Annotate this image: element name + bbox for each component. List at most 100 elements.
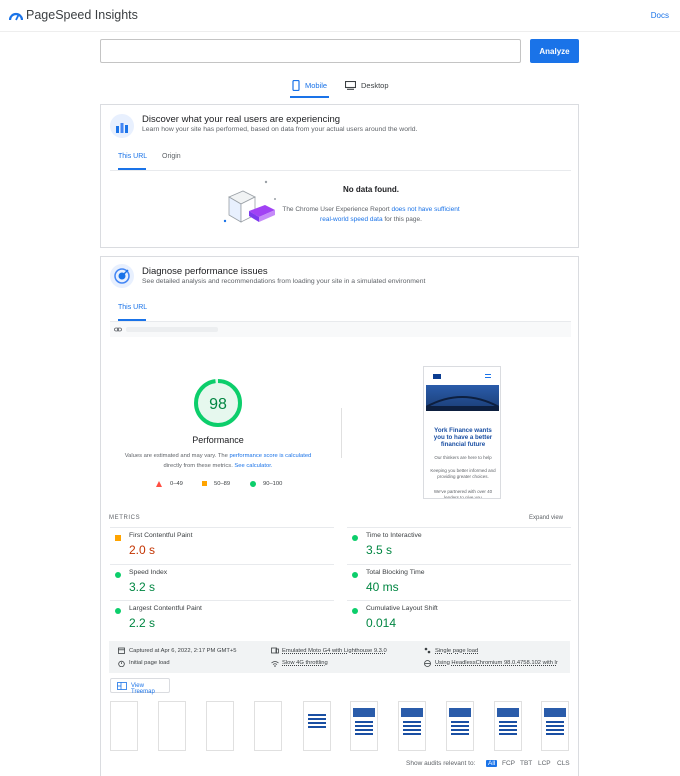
preview-body-2: Keeping you better informed and providin… [430, 468, 496, 479]
preview-body-1: Our thinkers are here to help [434, 455, 492, 460]
metric-label: Cumulative Layout Shift [366, 605, 438, 612]
metric-value: 3.2 s [129, 580, 156, 594]
treemap-icon [117, 682, 127, 690]
legend-poor: 0–49 [170, 481, 183, 487]
field-data-card: Discover what your real users are experi… [100, 104, 579, 248]
docs-link[interactable]: Docs [651, 11, 669, 20]
metric-fcp: First Contentful Paint 2.0 s [110, 527, 334, 557]
audit-filter-all[interactable]: All [486, 760, 498, 767]
tab-mobile[interactable]: Mobile [290, 77, 330, 98]
initial-load: Initial page load [129, 660, 170, 666]
filmstrip-frame [206, 701, 234, 751]
field-subtitle: Learn how your site has performed, based… [142, 126, 418, 133]
page-screenshot: York Finance wants you to have a better … [423, 366, 501, 499]
analyze-button[interactable]: Analyze [530, 39, 579, 63]
view-treemap-label: View Treemap [131, 683, 155, 695]
note-text-mid: directly from these metrics. [163, 463, 235, 469]
preview-body-3: We've partnered with over 40 lenders to … [433, 489, 493, 499]
filmstrip-frame [110, 701, 138, 751]
diagnose-icon [110, 264, 134, 288]
site-logo-icon [433, 374, 441, 379]
filmstrip-frame [541, 701, 569, 751]
message-text-end: for this page. [382, 216, 422, 223]
metric-value: 2.0 s [129, 543, 156, 557]
pagespeed-logo-icon [9, 12, 23, 21]
link-icon [114, 327, 122, 332]
lab-data-card: Diagnose performance issues See detailed… [100, 256, 579, 776]
network-throttling[interactable]: Slow 4G throttling [282, 660, 328, 666]
tab-underline [290, 96, 330, 98]
metric-label: Largest Contentful Paint [129, 605, 202, 612]
preview-headline: York Finance wants you to have a better … [433, 427, 493, 448]
app-title: PageSpeed Insights [26, 8, 138, 22]
timer-icon [118, 660, 125, 667]
good-circle-icon [250, 481, 256, 487]
view-treemap-button[interactable]: View Treemap [110, 678, 170, 695]
lab-subtitle: See detailed analysis and recommendation… [142, 278, 426, 285]
metric-label: First Contentful Paint [129, 532, 193, 539]
users-chart-icon [110, 114, 134, 138]
good-circle-icon [352, 535, 358, 541]
metric-label: Speed Index [129, 569, 168, 576]
url-input[interactable] [100, 39, 521, 63]
vertical-divider [341, 408, 342, 458]
menu-icon [485, 374, 491, 378]
wifi-icon [271, 661, 279, 667]
audit-filter-fcp[interactable]: FCP [502, 760, 515, 767]
emulated-device[interactable]: Emulated Moto G4 with Lighthouse 9.3.0 [282, 648, 387, 654]
audit-filter-cls[interactable]: CLS [557, 760, 570, 767]
metric-value: 0.014 [366, 616, 397, 630]
good-circle-icon [115, 608, 121, 614]
hero-image [425, 385, 500, 411]
captured-at: Captured at Apr 6, 2022, 2:17 PM GMT+5 [129, 648, 237, 654]
poor-triangle-icon [156, 481, 162, 487]
browser-icon [424, 660, 431, 667]
note-text: Values are estimated and may vary. The [124, 453, 230, 459]
single-load-icon [424, 647, 431, 654]
device-icon [271, 647, 279, 654]
no-data-heading: No data found. [343, 185, 399, 194]
single-page-load[interactable]: Single page load [435, 648, 478, 654]
tab-desktop-label: Desktop [361, 80, 389, 90]
audit-filter-lcp[interactable]: LCP [538, 760, 551, 767]
browser-version[interactable]: Using HeadlessChromium 98.0.4758.102 wit… [435, 660, 566, 666]
metric-lcp: Largest Contentful Paint 2.2 s [110, 600, 334, 630]
metric-value: 3.5 s [366, 543, 393, 557]
desktop-icon [345, 80, 356, 90]
metric-cls: Cumulative Layout Shift 0.014 [347, 600, 571, 630]
lab-tab-this-url[interactable]: This URL [118, 304, 147, 311]
performance-gauge: 98 [194, 379, 242, 427]
expand-view-toggle[interactable]: Expand view [529, 515, 563, 521]
good-circle-icon [352, 572, 358, 578]
filmstrip-frame [494, 701, 522, 751]
audit-filter-label: Show audits relevant to: [406, 760, 476, 767]
filmstrip-frame [350, 701, 378, 751]
legend-good: 90–100 [263, 481, 283, 487]
field-tab-origin[interactable]: Origin [162, 153, 181, 160]
runtime-settings: Captured at Apr 6, 2022, 2:17 PM GMT+5 I… [109, 641, 570, 673]
good-circle-icon [115, 572, 121, 578]
score-calc-link[interactable]: performance score is calculated [229, 453, 311, 459]
no-data-message: The Chrome User Experience Report does n… [279, 205, 463, 225]
message-text: The Chrome User Experience Report [282, 206, 392, 213]
filmstrip-frame [158, 701, 186, 751]
field-tab-this-url[interactable]: This URL [118, 153, 147, 160]
calculator-link[interactable]: See calculator. [234, 463, 272, 469]
average-square-icon [202, 481, 207, 486]
average-square-icon [115, 535, 121, 541]
lab-title: Diagnose performance issues [142, 266, 268, 277]
performance-label: Performance [192, 435, 244, 445]
metric-value: 40 ms [366, 580, 399, 594]
url-bar [110, 322, 571, 337]
metrics-heading: METRICS [109, 515, 141, 521]
bridge-image [425, 396, 500, 411]
good-circle-icon [352, 608, 358, 614]
filmstrip-frame [398, 701, 426, 751]
legend-average: 50–89 [214, 481, 231, 487]
redacted-url [126, 327, 218, 332]
metric-tbt: Total Blocking Time 40 ms [347, 564, 571, 594]
performance-score: 98 [209, 396, 227, 413]
tab-desktop[interactable]: Desktop [345, 77, 389, 93]
audit-filter-tbt[interactable]: TBT [520, 760, 532, 767]
mobile-icon [292, 79, 300, 91]
